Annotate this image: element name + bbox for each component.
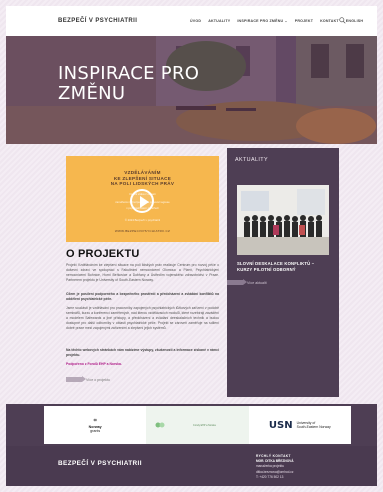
footer-contact: RYCHLÝ KONTAKT MGR. DITKA BŘEZNOVÁ manaž… (256, 454, 294, 480)
hero-title-line1: INSPIRACE PRO (58, 63, 200, 84)
project-paragraph-4: Na těchto webových stránkách vám nabízím… (66, 348, 219, 357)
usn-mark: USN (268, 419, 293, 431)
video-url: WWW.BEZPECIVPSYCHIATRII.CZ (114, 229, 171, 233)
nav-item-aktuality[interactable]: AKTUALITY (208, 19, 230, 23)
partner-norway-grants[interactable]: ⌗ Norway grants (44, 406, 146, 444)
footer-logo[interactable]: BEZPEČÍ V PSYCHIATRII (58, 460, 142, 467)
site-footer: BEZPEČÍ V PSYCHIATRII RYCHLÝ KONTAKT MGR… (6, 446, 377, 486)
news-more-label: Více aktualit (247, 280, 267, 285)
video-player[interactable]: VZDĚLÁVÁNÍM KE ZLEPŠENÍ SITUACE NA POLI … (66, 156, 219, 242)
play-icon[interactable] (130, 189, 154, 213)
hero-banner: INSPIRACE PRO ZMĚNU (6, 36, 377, 144)
partner-eea-grants[interactable]: Fondy EHP a Norska (146, 406, 249, 444)
nav-item-projekt[interactable]: PROJEKT (295, 19, 313, 23)
project-funding-link[interactable]: Podpořeno z Fondů EHP a Norska. (66, 362, 219, 367)
norway-grants-logo: ⌗ Norway grants (89, 418, 102, 433)
arrow-right-icon (66, 376, 86, 382)
news-photo[interactable] (237, 185, 329, 255)
hero-title-line2: ZMĚNU (58, 83, 126, 104)
hero-title: INSPIRACE PRO ZMĚNU (58, 64, 278, 104)
project-paragraph-3: Jsme součástí je vzdělávání pro pracovní… (66, 306, 219, 330)
video-heading-line3: NA POLI LIDSKÝCH PRÁV (110, 181, 175, 187)
news-title[interactable]: SLOVNÍ DESKALACE KONFLIKTŮ – KURZY PILOT… (237, 261, 329, 273)
partner-logos: ⌗ Norway grants Fondy EHP a Norska USN U… (44, 406, 351, 444)
arrow-right-icon (227, 279, 247, 285)
norway-flag-icon: ⌗ (93, 417, 97, 424)
project-more-label: Více o projektu (86, 377, 110, 382)
eea-leaf-icon (155, 422, 165, 428)
project-more-link[interactable]: Více o projektu (66, 376, 110, 382)
project-paragraph-2: Cílem je posílení podporného a bezpečnéh… (66, 292, 219, 301)
norway-label-2: grants (90, 428, 101, 433)
site-header: BEZPEČÍ V PSYCHIATRII ÚVOD AKTUALITY INS… (6, 6, 377, 36)
nav-item-uvod[interactable]: ÚVOD (190, 19, 201, 23)
usn-logo: USN University of South-Eastern Norway (269, 420, 331, 431)
chevron-down-icon: ⌄ (284, 19, 288, 23)
project-paragraph-1: Projekt Vzděláváním ke zlepšení situace … (66, 263, 219, 282)
nav-item-kontakt[interactable]: KONTAKT (320, 19, 339, 23)
partner-usn[interactable]: USN University of South-Eastern Norway (249, 406, 351, 444)
nav-item-english[interactable]: ENGLISH (346, 19, 363, 23)
main-nav: ÚVOD AKTUALITY INSPIRACE PRO ZMĚNU ⌄ PRO… (190, 19, 363, 23)
nav-item-inspirace-label: INSPIRACE PRO ZMĚNU (237, 19, 284, 23)
news-more-link[interactable]: Více aktualit (227, 279, 267, 285)
eea-label: Fondy EHP a Norska (193, 423, 216, 427)
contact-phone[interactable]: T: +420 776 502 13 (256, 475, 294, 480)
nav-item-inspirace[interactable]: INSPIRACE PRO ZMĚNU ⌄ (237, 19, 287, 23)
video-line-4: © 2024 Bezpečí v psychiatrii (124, 218, 161, 222)
video-heading-line2: KE ZLEPŠENÍ SITUACE (113, 175, 172, 181)
usn-label: University of South-Eastern Norway (297, 421, 331, 429)
news-sidebar: AKTUALITY SLOVNÍ DESKALACE KONFLIKTŮ – K… (227, 148, 339, 397)
project-title: O PROJEKTU (66, 248, 140, 260)
site-logo[interactable]: BEZPEČÍ V PSYCHIATRII (58, 18, 137, 24)
usn-label-2: South-Eastern Norway (296, 425, 331, 429)
search-icon[interactable] (339, 17, 346, 24)
video-heading-line1: VZDĚLÁVÁNÍM (124, 170, 161, 175)
sidebar-title: AKTUALITY (235, 157, 268, 163)
video-heading: VZDĚLÁVÁNÍM KE ZLEPŠENÍ SITUACE NA POLI … (76, 170, 209, 187)
